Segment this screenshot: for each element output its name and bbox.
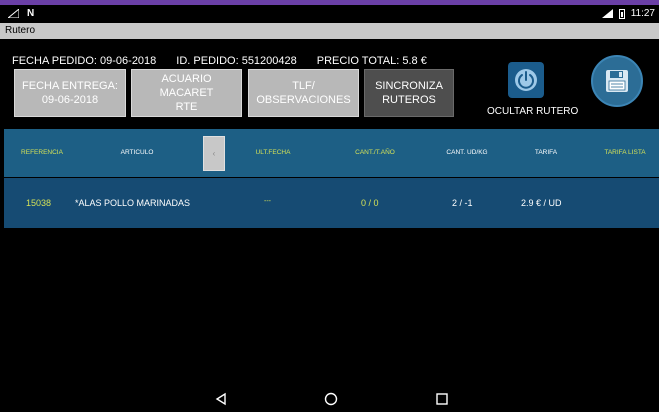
precio-total: PRECIO TOTAL: 5.8 €	[316, 55, 427, 67]
cell-articulo: *ALAS POLLO MARINADAS	[75, 198, 191, 208]
header-articulo[interactable]: ARTICULO	[121, 149, 154, 156]
order-info-row: FECHA PEDIDO: 09-06-2018 ID. PEDIDO: 551…	[12, 55, 447, 67]
app-title-bar: Rutero	[0, 23, 659, 39]
cell-tarifa: 2.9 € / UD	[521, 198, 562, 208]
nav-home-icon[interactable]	[324, 392, 338, 406]
signal-icon	[8, 9, 19, 18]
handle-grip-icon: ‹	[212, 149, 216, 158]
sincroniza-label: SINCRONIZA	[375, 80, 443, 92]
fecha-entrega-label: FECHA ENTREGA:	[22, 80, 118, 92]
column-resize-handle[interactable]: ‹	[203, 136, 225, 171]
app-title: Rutero	[5, 25, 36, 36]
header-referencia[interactable]: REFERENCIA	[21, 149, 63, 156]
nav-recent-icon[interactable]	[435, 392, 449, 406]
cell-cant-ano: 0 / 0	[361, 198, 379, 208]
header-cant-ano[interactable]: CANT./T.AÑO	[355, 149, 395, 156]
id-pedido: ID. PEDIDO: 551200428	[176, 55, 297, 67]
observaciones-label: OBSERVACIONES	[256, 94, 351, 106]
table-row[interactable]: 15038 *ALAS POLLO MARINADAS --- 0 / 0 2 …	[4, 178, 659, 228]
tlf-observaciones-button[interactable]: TLF/ OBSERVACIONES	[248, 69, 359, 117]
cell-cant-ud: 2 / -1	[452, 198, 473, 208]
battery-icon	[618, 8, 625, 19]
ocultar-rutero-label: OCULTAR RUTERO	[487, 106, 579, 117]
ocultar-rutero-button[interactable]	[508, 62, 544, 98]
header-tarifa[interactable]: TARIFA	[535, 149, 557, 156]
header-ult-fecha[interactable]: ULT.FECHA	[256, 149, 291, 156]
status-bar: N 11:27	[0, 5, 659, 23]
cell-ult-fecha: ---	[264, 198, 271, 205]
cell-referencia: 15038	[26, 198, 52, 208]
table-header: REFERENCIA ARTICULO ‹ ULT.FECHA CANT./T.…	[4, 129, 659, 177]
fecha-pedido: FECHA PEDIDO: 09-06-2018	[12, 55, 157, 67]
save-button[interactable]	[591, 55, 643, 107]
android-nav-bar	[0, 386, 659, 412]
client-name-line2: RTE	[175, 101, 198, 113]
client-button[interactable]: ACUARIO MACARET RTE	[131, 69, 242, 117]
header-cant-ud[interactable]: CANT. UD/KG	[446, 149, 487, 156]
sincroniza-ruteros-button[interactable]: SINCRONIZA RUTEROS	[364, 69, 454, 117]
tlf-label: TLF/	[292, 80, 315, 92]
client-name-line1: ACUARIO MACARET	[159, 73, 214, 99]
ruteros-label: RUTEROS	[382, 94, 436, 106]
fecha-entrega-date: 09-06-2018	[41, 94, 99, 106]
nav-back-icon[interactable]	[214, 392, 228, 406]
power-icon	[515, 69, 537, 91]
header-tarifa-lista[interactable]: TARIFA LISTA	[604, 149, 645, 156]
status-time: 11:27	[630, 8, 655, 19]
fecha-entrega-button[interactable]: FECHA ENTREGA: 09-06-2018	[14, 69, 126, 117]
floppy-disk-icon	[606, 70, 628, 92]
lte-signal-icon	[601, 9, 613, 18]
notification-n-icon: N	[27, 8, 35, 19]
